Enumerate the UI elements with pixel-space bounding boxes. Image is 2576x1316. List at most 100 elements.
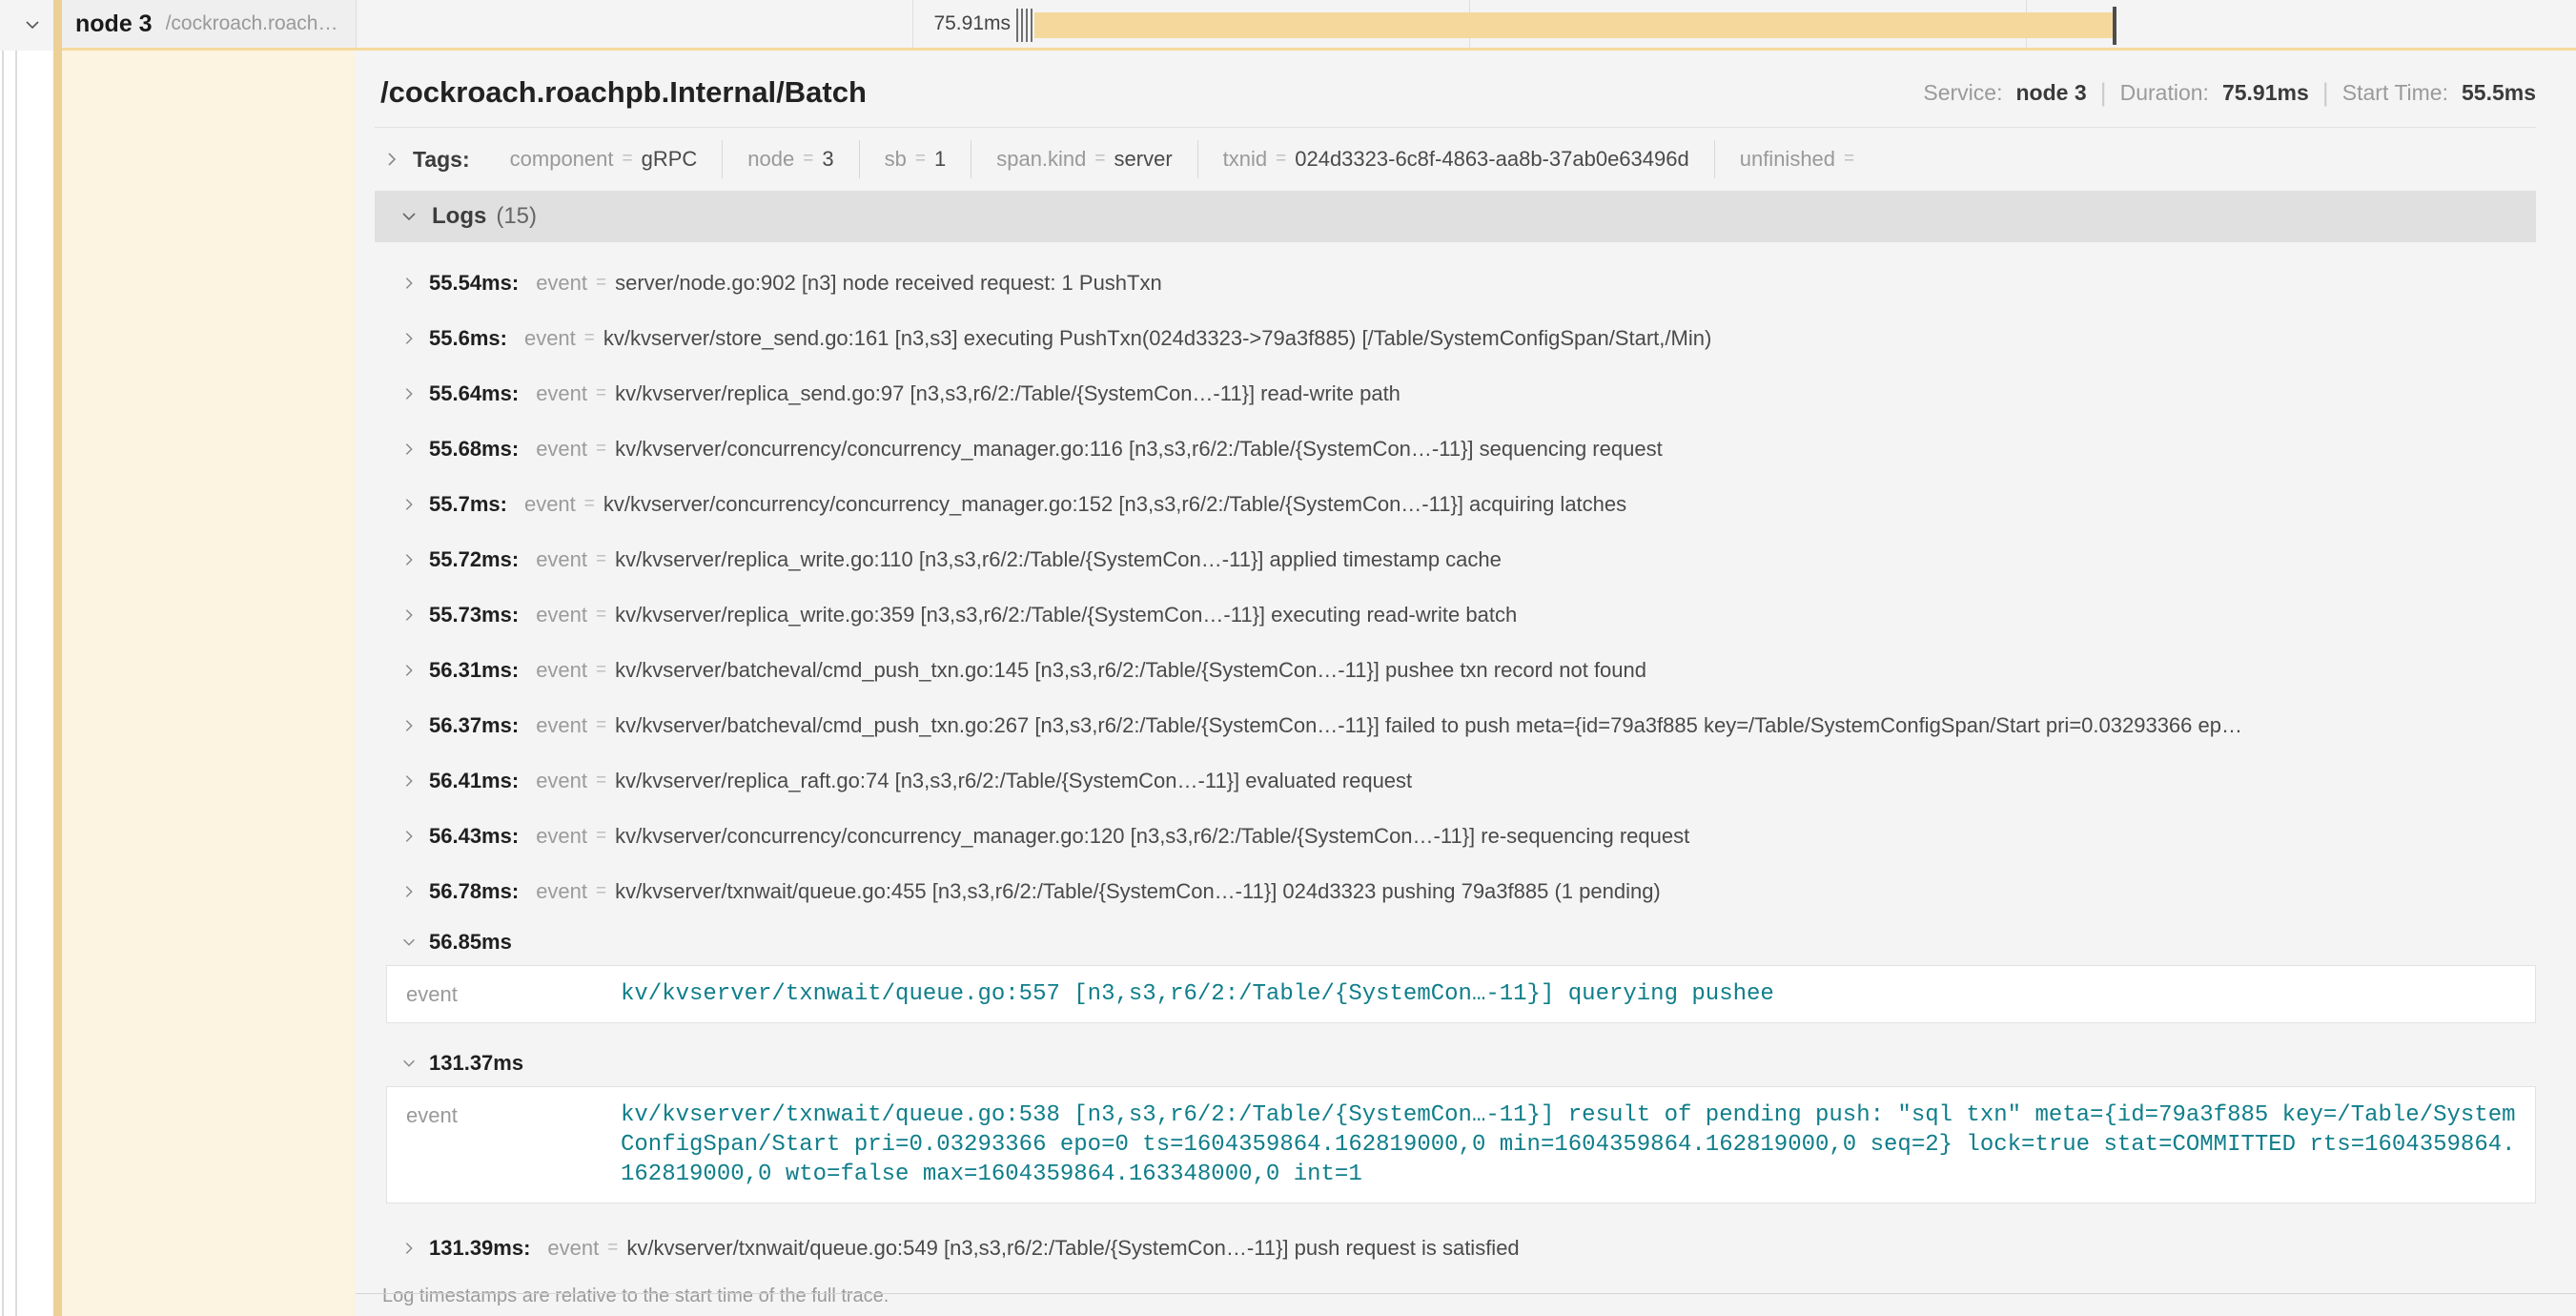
log-row[interactable]: 55.6ms: event = kv/kvserver/store_send.g… [375, 311, 2536, 366]
tag-item[interactable]: component = gRPC [485, 140, 724, 178]
equals-sign: = [1844, 149, 1854, 170]
chevron-right-icon[interactable] [400, 828, 418, 845]
log-timestamp: 55.6ms: [429, 326, 507, 351]
log-field-name: event [536, 381, 587, 406]
equals-sign: = [623, 149, 633, 170]
tag-value: 3 [822, 147, 833, 172]
collapse-children-chevron-icon[interactable] [21, 13, 44, 36]
log-timestamp: 131.39ms: [429, 1236, 530, 1261]
equals-sign: = [1094, 149, 1105, 170]
equals-sign: = [596, 383, 606, 404]
tag-item[interactable]: node = 3 [723, 140, 859, 178]
log-field-value: kv/kvserver/replica_write.go:110 [n3,s3,… [615, 547, 1502, 572]
span-detail-indent-column [62, 51, 355, 1316]
equals-sign: = [596, 439, 606, 460]
chevron-right-icon[interactable] [382, 150, 401, 169]
log-field-name: event [547, 1236, 599, 1261]
log-entry-expanded: 131.37ms event kv/kvserver/txnwait/queue… [375, 1040, 2536, 1203]
chevron-right-icon[interactable] [400, 551, 418, 568]
log-field-name: event [387, 1100, 621, 1128]
tag-item[interactable]: txnid = 024d3323-6c8f-4863-aa8b-37ab0e63… [1198, 140, 1715, 178]
equals-sign: = [596, 549, 606, 570]
chevron-right-icon[interactable] [400, 441, 418, 458]
log-row[interactable]: 56.43ms: event = kv/kvserver/concurrency… [375, 809, 2536, 864]
chevron-right-icon[interactable] [400, 607, 418, 624]
span-duration-label: 75.91ms [858, 0, 1011, 48]
log-field-name: event [536, 713, 587, 738]
log-timestamp: 55.68ms: [429, 437, 519, 462]
span-service-name: node 3 [75, 10, 153, 38]
log-expanded-header[interactable]: 131.37ms [375, 1040, 2536, 1086]
chevron-right-icon[interactable] [400, 275, 418, 292]
chevron-down-icon[interactable] [400, 1055, 418, 1072]
logs-count: (15) [496, 203, 537, 230]
equals-sign: = [596, 826, 606, 847]
chevron-right-icon[interactable] [400, 385, 418, 402]
service-value: node 3 [2015, 80, 2086, 106]
log-field-value: kv/kvserver/replica_send.go:97 [n3,s3,r6… [615, 381, 1400, 406]
detail-row-bottom-divider [356, 1293, 2576, 1294]
tag-key: unfinished [1740, 147, 1835, 172]
log-row[interactable]: 55.73ms: event = kv/kvserver/replica_wri… [375, 587, 2536, 643]
chevron-right-icon[interactable] [400, 496, 418, 513]
log-field-name: event [524, 492, 576, 517]
log-timestamp: 55.54ms: [429, 271, 519, 296]
log-row[interactable]: 56.31ms: event = kv/kvserver/batcheval/c… [375, 643, 2536, 698]
log-entry-expanded: 56.85ms event kv/kvserver/txnwait/queue.… [375, 919, 2536, 1023]
meta-separator: | [2322, 78, 2329, 108]
span-detail-title: /cockroach.roachpb.Internal/Batch [380, 75, 867, 110]
log-row[interactable]: 55.54ms: event = server/node.go:902 [n3]… [375, 256, 2536, 311]
log-field-name: event [536, 879, 587, 904]
log-field-value: kv/kvserver/concurrency/concurrency_mana… [615, 437, 1663, 462]
service-label: Service: [1923, 80, 2002, 106]
log-row[interactable]: 56.78ms: event = kv/kvserver/txnwait/que… [375, 864, 2536, 919]
log-timestamp: 56.85ms [429, 930, 512, 955]
log-row[interactable]: 55.72ms: event = kv/kvserver/replica_wri… [375, 532, 2536, 587]
chevron-right-icon[interactable] [400, 1240, 418, 1257]
tag-item[interactable]: sb = 1 [860, 140, 972, 178]
log-field-value: kv/kvserver/concurrency/concurrency_mana… [615, 824, 1689, 849]
log-field-value: kv/kvserver/batcheval/cmd_push_txn.go:26… [615, 713, 2242, 738]
chevron-down-icon[interactable] [399, 207, 419, 226]
equals-sign: = [596, 715, 606, 736]
log-row[interactable]: 55.64ms: event = kv/kvserver/replica_sen… [375, 366, 2536, 422]
equals-sign: = [596, 771, 606, 792]
log-row[interactable]: 131.39ms: event = kv/kvserver/txnwait/qu… [375, 1221, 2536, 1276]
chevron-right-icon[interactable] [400, 772, 418, 790]
log-field-name: event [524, 326, 576, 351]
log-row[interactable]: 56.41ms: event = kv/kvserver/replica_raf… [375, 753, 2536, 809]
log-detail-card: event kv/kvserver/txnwait/queue.go:557 [… [386, 965, 2536, 1023]
log-row[interactable]: 55.68ms: event = kv/kvserver/concurrency… [375, 422, 2536, 477]
chevron-right-icon[interactable] [400, 662, 418, 679]
log-timestamp: 56.43ms: [429, 824, 519, 849]
log-row[interactable]: 55.7ms: event = kv/kvserver/concurrency/… [375, 477, 2536, 532]
span-detail-header: /cockroach.roachpb.Internal/Batch Servic… [375, 73, 2536, 112]
log-field-name: event [536, 547, 587, 572]
chevron-right-icon[interactable] [400, 330, 418, 347]
span-name-cell[interactable]: node 3 /cockroach.roach… [62, 0, 356, 48]
span-operation-name: /cockroach.roach… [166, 12, 338, 35]
tag-value: 024d3323-6c8f-4863-aa8b-37ab0e63496d [1295, 147, 1688, 172]
log-field-name: event [536, 769, 587, 793]
tags-section-toggle[interactable]: Tags: component = gRPC node = 3 sb = 1 s… [375, 128, 2536, 191]
span-bar[interactable] [1034, 12, 2115, 38]
log-field-name: event [387, 979, 621, 1007]
log-expanded-header[interactable]: 56.85ms [375, 919, 2536, 965]
chevron-right-icon[interactable] [400, 883, 418, 900]
logs-section-toggle[interactable]: Logs (15) [375, 191, 2536, 242]
tag-key: component [510, 147, 614, 172]
logs-footer-note: Log timestamps are relative to the start… [382, 1285, 2536, 1307]
tag-item[interactable]: unfinished = [1715, 140, 1888, 178]
span-row[interactable]: node 3 /cockroach.roach… 75.91ms [0, 0, 2576, 51]
tag-item[interactable]: span.kind = server [971, 140, 1197, 178]
duration-value: 75.91ms [2222, 80, 2309, 106]
self-time-hatch [1016, 9, 1034, 42]
log-row[interactable]: 56.37ms: event = kv/kvserver/batcheval/c… [375, 698, 2536, 753]
tag-value: server [1114, 147, 1173, 172]
equals-sign: = [1276, 149, 1286, 170]
chevron-down-icon[interactable] [400, 934, 418, 951]
chevron-right-icon[interactable] [400, 717, 418, 734]
log-field-value: kv/kvserver/replica_write.go:359 [n3,s3,… [615, 603, 1517, 627]
start-time-label: Start Time: [2342, 80, 2448, 106]
log-timestamp: 131.37ms [429, 1051, 523, 1076]
